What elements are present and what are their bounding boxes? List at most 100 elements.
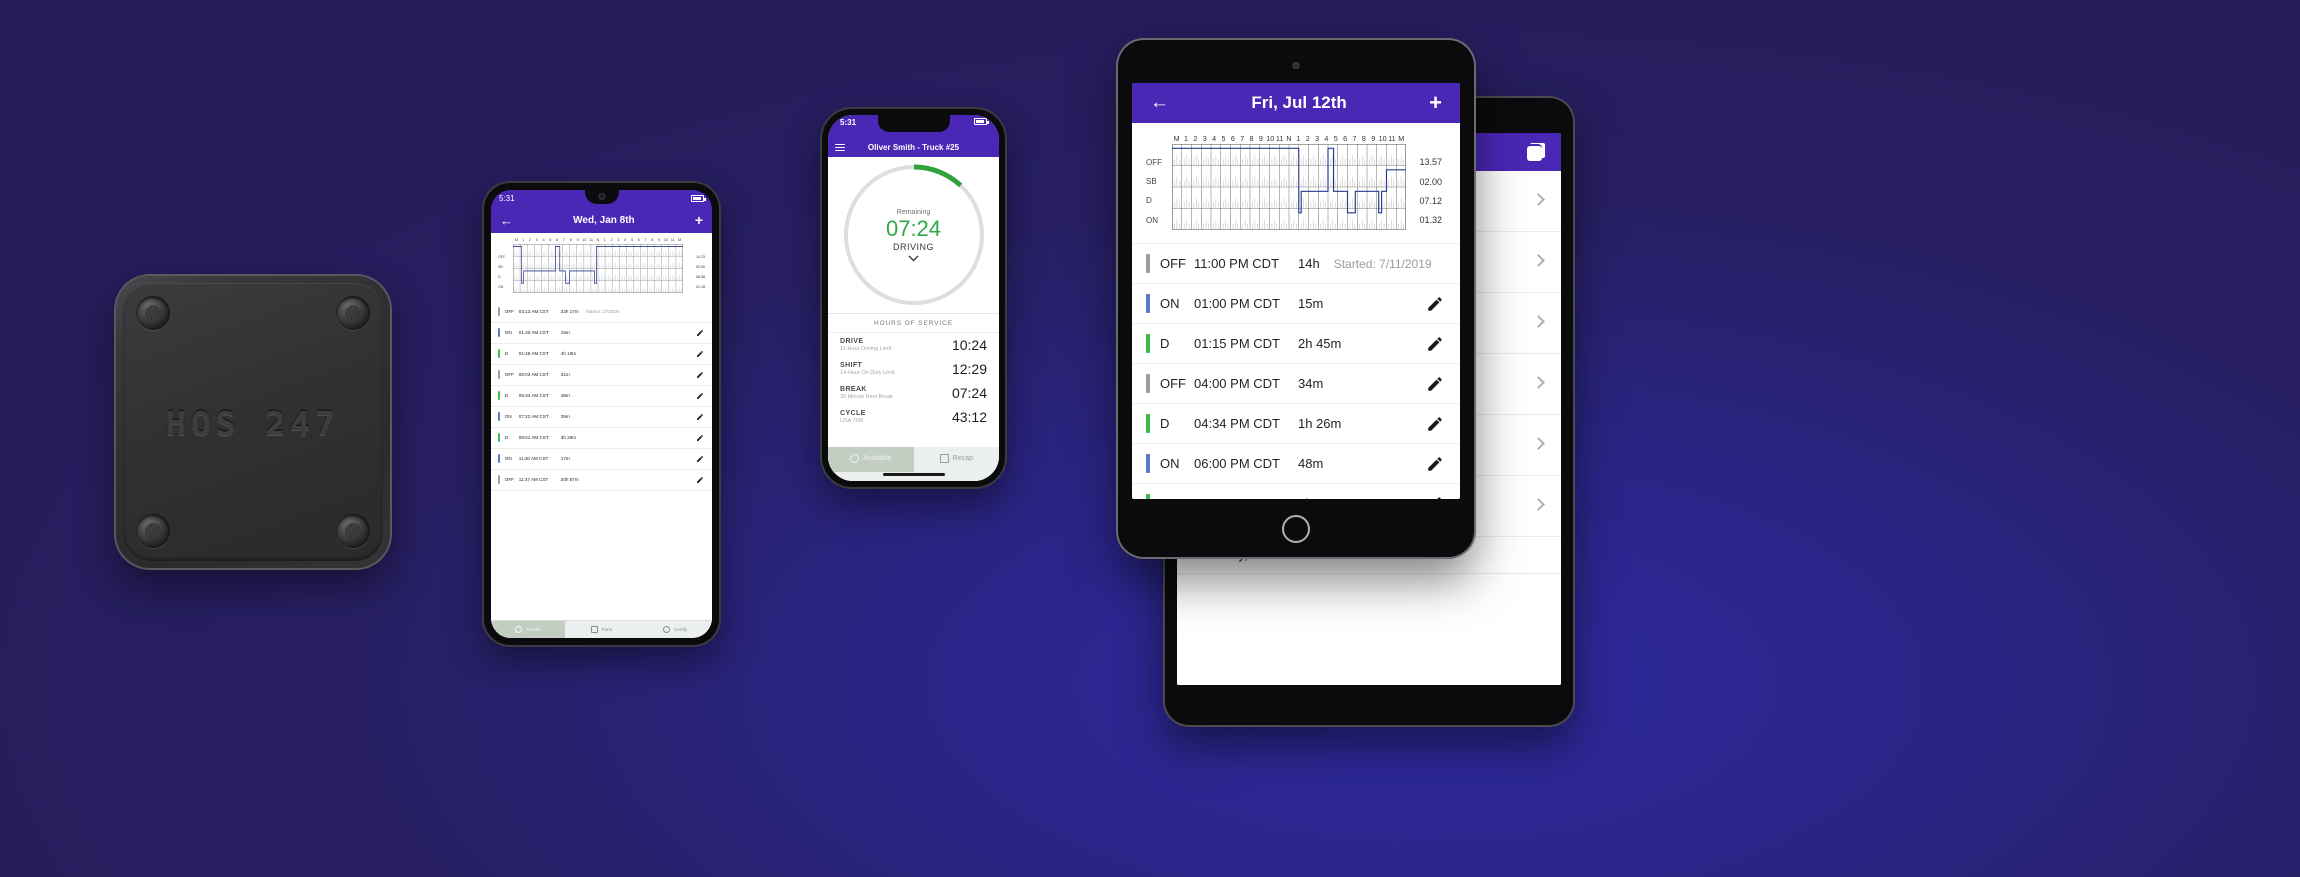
event-time: 11:47 AM CST <box>518 477 549 483</box>
list-item[interactable]: OFF 11:00 PM CDT 14h Started: 7/11/2019 <box>1132 244 1460 285</box>
list-item[interactable]: OFF 11:47 AM CST 20h 57m <box>491 470 712 491</box>
gauge-mode-label: DRIVING <box>892 241 934 252</box>
android-phone-device: 5:31 ← Wed, Jan 8th + M 1 2 3 4 5 6 7 8 9 10 11 N 1 2 3… <box>484 183 719 645</box>
status-color-bar <box>498 475 500 485</box>
graph-hour-label: 4 <box>1212 134 1217 143</box>
tab-certify[interactable]: Certify <box>638 621 712 638</box>
list-item[interactable]: D 01:45 AM CST 4h 18m <box>491 344 712 365</box>
graph-row-total: 01.32 <box>1419 215 1442 226</box>
gauge-remaining-label: Remaining <box>896 208 931 216</box>
screw-bottom-left <box>136 514 170 548</box>
tab-recap[interactable]: Recap <box>914 447 1000 472</box>
graph-row-label: OFF <box>498 254 506 259</box>
list-item[interactable]: OFF 03:13 AM CST 22h 17m Started: 1/7/20… <box>491 302 712 323</box>
graph-row-label: SB <box>1146 177 1157 187</box>
android-bottom-tabs[interactable]: Events Form Certify <box>491 620 712 638</box>
event-duration: 2h 45m <box>1298 336 1342 352</box>
graph-hour-label: 8 <box>1249 134 1254 143</box>
edit-pencil-icon[interactable] <box>1426 455 1444 473</box>
graph-hour-label: 5 <box>630 238 633 242</box>
status-color-bar <box>498 349 500 359</box>
event-duration: 1h 26m <box>1298 416 1342 432</box>
edit-pencil-icon[interactable] <box>1426 375 1444 393</box>
front-camera-icon <box>1292 62 1300 69</box>
copy-icon[interactable] <box>1526 142 1545 162</box>
list-item[interactable]: OFF 04:00 PM CDT 34m <box>1132 364 1460 405</box>
list-item[interactable]: ON 01:00 PM CDT 15m <box>1132 284 1460 325</box>
hos-labels: SHIFT 14-Hour On Duty Limit <box>840 362 952 376</box>
event-note: Started: 1/7/2020 <box>585 309 620 315</box>
tab-events[interactable]: Events <box>491 621 565 638</box>
back-arrow-icon[interactable]: ← <box>500 213 513 228</box>
graph-row-total: 07.12 <box>1419 195 1442 206</box>
graph-hour-label: 3 <box>1202 134 1207 143</box>
edit-pencil-icon[interactable] <box>696 392 704 400</box>
list-item[interactable]: D 06:34 AM CST 48m <box>491 386 712 407</box>
remaining-gauge[interactable]: Remaining 07:24 DRIVING <box>840 161 988 309</box>
tablet-graph-totals: 13.57 02.00 07.12 01.32 <box>1406 144 1442 230</box>
hos-row: CYCLE USA 70/8 43:12 <box>828 405 999 429</box>
edit-pencil-icon[interactable] <box>696 350 704 358</box>
add-icon[interactable]: + <box>695 212 703 228</box>
graph-row-label: D <box>1146 196 1152 206</box>
edit-pencil-icon[interactable] <box>696 413 704 421</box>
iphone-status-time: 5:31 <box>840 118 857 127</box>
add-icon[interactable]: + <box>1429 92 1442 114</box>
tab-form[interactable]: Form <box>565 621 639 638</box>
list-item[interactable]: D 01:15 PM CDT 2h 45m <box>1132 324 1460 365</box>
event-status: OFF <box>504 372 514 378</box>
home-button[interactable] <box>1282 515 1310 543</box>
event-time: 06:03 AM CST <box>518 372 549 378</box>
android-event-list[interactable]: OFF 03:13 AM CST 22h 17m Started: 1/7/20… <box>491 301 712 620</box>
graph-row-total: 02.00 <box>1419 176 1442 187</box>
tablet-duty-graph[interactable]: M 1 2 3 4 5 6 7 8 9 10 11 N 1 2 3 4 5 6 7 8 9 10 11 M OFF SB D ON 1… <box>1132 123 1460 245</box>
list-item[interactable]: ON 07:22 AM CST 39m <box>491 407 712 428</box>
edit-pencil-icon[interactable] <box>696 434 704 442</box>
edit-pencil-icon[interactable] <box>1426 495 1444 499</box>
graph-row-total: 13.57 <box>1419 157 1442 168</box>
hamburger-icon[interactable] <box>835 142 845 153</box>
event-time: 01:00 PM CDT <box>1194 296 1280 312</box>
edit-pencil-icon[interactable] <box>696 329 704 337</box>
graph-hour-label: 2 <box>610 238 613 242</box>
android-duty-graph[interactable]: M 1 2 3 4 5 6 7 8 9 10 11 N 1 2 3 4 5 6 7 8 9 10 11 M OFF SB D ON 1… <box>491 233 712 302</box>
edit-pencil-icon[interactable] <box>1426 295 1444 313</box>
form-icon <box>590 626 598 633</box>
edit-pencil-icon[interactable] <box>1426 335 1444 353</box>
iphone-tab-bar[interactable]: Available Recap <box>828 447 999 472</box>
event-duration: 20h 57m <box>560 477 579 483</box>
edit-pencil-icon[interactable] <box>696 371 704 379</box>
status-color-bar <box>1146 294 1150 314</box>
graph-hour-label: 4 <box>1324 134 1329 143</box>
tablet-event-list[interactable]: OFF 11:00 PM CDT 14h Started: 7/11/2019 … <box>1132 244 1460 499</box>
graph-hour-label: 8 <box>569 238 572 242</box>
screw-top-left <box>136 296 170 330</box>
list-item[interactable]: ON 01:30 AM CST 15m <box>491 323 712 344</box>
tab-available[interactable]: Available <box>828 447 914 472</box>
tab-label: Recap <box>952 455 973 462</box>
list-item[interactable]: D 08:01 AM CST 3h 29m <box>491 428 712 449</box>
event-duration: 2h 27m <box>1298 496 1341 499</box>
graph-hour-label: 1 <box>603 238 606 242</box>
hours-of-service-list: DRIVE 11-Hour Driving Limit 10:24 SHIFT … <box>828 333 999 429</box>
event-status: OFF <box>504 477 514 483</box>
graph-hour-label: 2 <box>528 238 531 242</box>
graph-row-label: ON <box>1146 215 1158 225</box>
list-item[interactable]: ON 11:30 AM CST 17m <box>491 449 712 470</box>
event-duration: 3h 29m <box>560 435 577 441</box>
graph-row-total: 14.23 <box>696 254 705 259</box>
tablet-graph-canvas <box>1171 144 1407 235</box>
back-arrow-icon[interactable]: ← <box>1150 92 1169 114</box>
graph-hour-label: 7 <box>644 238 647 242</box>
hos-value: 12:29 <box>951 361 987 377</box>
list-item[interactable]: D 06:48 PM CDT 2h 27m <box>1132 484 1460 499</box>
graph-hour-label: 9 <box>1258 134 1263 143</box>
list-item[interactable]: D 04:34 PM CDT 1h 26m <box>1132 404 1460 445</box>
edit-pencil-icon[interactable] <box>696 476 704 484</box>
check-circle-icon <box>663 626 671 633</box>
list-item[interactable]: OFF 06:03 AM CST 31m <box>491 365 712 386</box>
list-item[interactable]: ON 06:00 PM CDT 48m <box>1132 444 1460 485</box>
chevron-down-icon[interactable] <box>908 255 919 262</box>
edit-pencil-icon[interactable] <box>1426 415 1444 433</box>
edit-pencil-icon[interactable] <box>696 455 704 463</box>
